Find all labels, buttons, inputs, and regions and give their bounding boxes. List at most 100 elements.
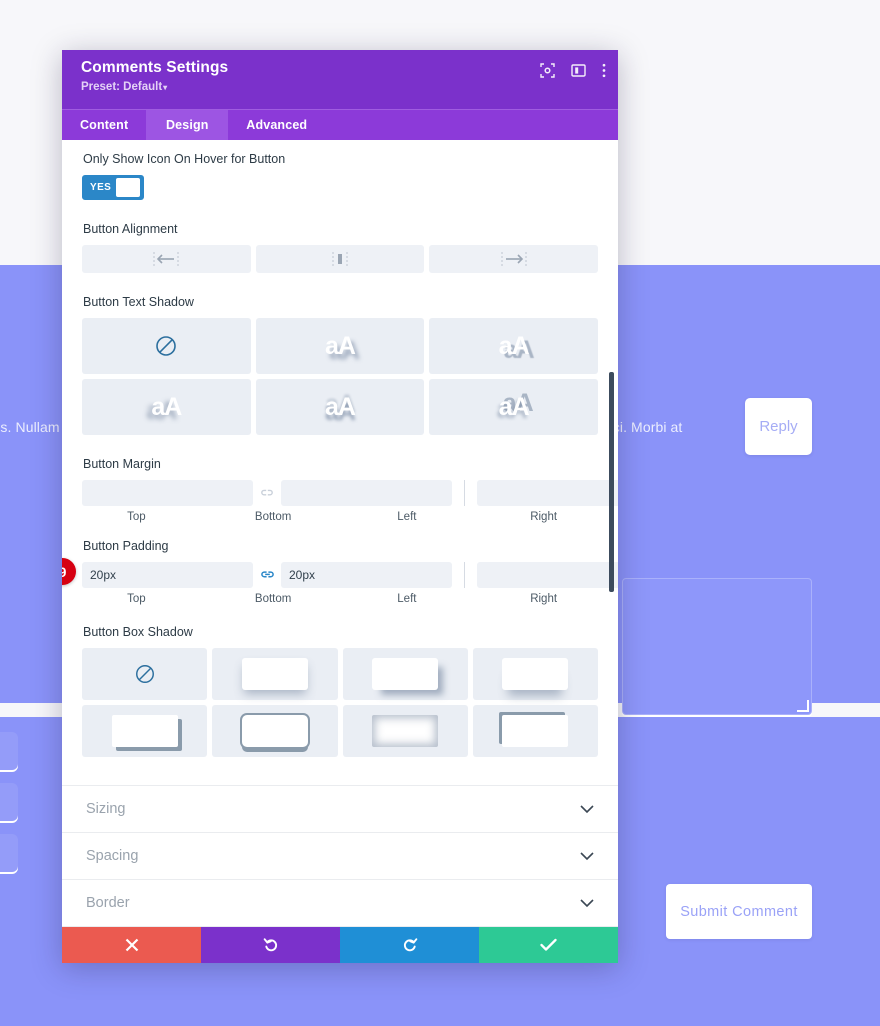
redo-button[interactable]: [340, 927, 479, 963]
box-shadow-preview: [111, 715, 178, 747]
text-shadow-option-none[interactable]: [82, 318, 251, 374]
field-label-button-text-shadow: Button Text Shadow: [83, 295, 194, 309]
layout-panel-icon[interactable]: [571, 63, 586, 78]
field-button-text-shadow: Button Text Shadow aA aA aA aA aA: [62, 295, 618, 435]
text-shadow-option-1[interactable]: aA: [255, 318, 425, 374]
padding-bottom-label: Bottom: [254, 593, 292, 605]
discard-button[interactable]: [62, 927, 201, 963]
redo-icon: [403, 938, 417, 952]
margin-top-input[interactable]: [82, 480, 253, 506]
text-shadow-option-5[interactable]: aA: [429, 379, 598, 435]
close-icon: [125, 938, 138, 952]
accordion-label: Border: [86, 895, 130, 911]
button-alignment-options: [82, 245, 599, 273]
target-icon[interactable]: [540, 63, 555, 78]
accordion-spacing[interactable]: Spacing: [62, 833, 618, 880]
comment-textarea[interactable]: [622, 578, 812, 715]
header-icon-group: [540, 63, 606, 78]
field-label-button-box-shadow: Button Box Shadow: [83, 625, 193, 639]
box-shadow-preview: [372, 715, 439, 747]
button-box-shadow-options: [82, 648, 598, 757]
chevron-down-icon: [580, 851, 594, 861]
text-shadow-preview: aA: [498, 331, 530, 360]
accordion-label: Spacing: [86, 848, 139, 864]
only-show-icon-toggle[interactable]: YES: [82, 175, 144, 200]
margin-top-label: Top: [127, 511, 146, 523]
chevron-down-icon: [580, 804, 594, 814]
chain-link-connected-icon: [260, 571, 274, 578]
text-shadow-option-2[interactable]: aA: [429, 318, 598, 374]
box-shadow-option-7[interactable]: [472, 705, 598, 757]
text-shadow-option-4[interactable]: aA: [255, 379, 425, 435]
field-button-box-shadow: Button Box Shadow: [62, 625, 618, 757]
link-icon-padding-top-bottom[interactable]: [253, 569, 281, 581]
modal-scroll-area: Only Show Icon On Hover for Button YES B…: [62, 140, 618, 927]
box-shadow-preview: [502, 715, 569, 747]
modal-footer: [62, 927, 618, 963]
margin-right-label: Right: [530, 511, 558, 523]
modal-body: Only Show Icon On Hover for Button YES B…: [62, 140, 618, 927]
field-label-only-show-icon: Only Show Icon On Hover for Button: [83, 152, 286, 166]
field-only-show-icon: Only Show Icon On Hover for Button YES: [62, 152, 618, 200]
reply-button[interactable]: Reply: [745, 398, 812, 455]
tab-design[interactable]: Design: [146, 110, 229, 140]
undo-icon: [263, 938, 277, 952]
box-shadow-option-3[interactable]: [472, 648, 598, 700]
align-center-button[interactable]: [255, 245, 425, 273]
box-shadow-option-none[interactable]: [82, 648, 208, 700]
padding-right-label: Right: [530, 593, 558, 605]
button-margin-inputs: Top Bottom Left Right: [82, 480, 618, 523]
preset-selector[interactable]: Preset: Default▾: [81, 81, 604, 93]
margin-bottom-label: Bottom: [254, 511, 292, 523]
box-shadow-option-5[interactable]: [212, 705, 338, 757]
box-shadow-option-6[interactable]: [342, 705, 468, 757]
comments-settings-modal: Comments Settings Preset: Default▾ Conte…: [62, 50, 618, 963]
accordion-border[interactable]: Border: [62, 880, 618, 927]
box-shadow-option-4[interactable]: [82, 705, 208, 757]
margin-bottom-input[interactable]: [281, 480, 452, 506]
accordion-label: Sizing: [86, 801, 126, 817]
align-right-icon: [501, 252, 527, 266]
more-vertical-icon[interactable]: [602, 63, 606, 78]
text-shadow-preview: aA: [325, 392, 356, 421]
comment-text-fragment-right: rci. Morbi at: [608, 419, 683, 435]
text-shadow-option-3[interactable]: aA: [82, 379, 251, 435]
padding-left-label: Left: [397, 593, 417, 605]
align-right-button[interactable]: [429, 245, 599, 273]
align-left-button[interactable]: [82, 245, 251, 273]
check-icon: [540, 938, 557, 951]
box-shadow-option-2[interactable]: [342, 648, 468, 700]
modal-tabs: Content Design Advanced: [62, 109, 618, 140]
comment-form-field-website[interactable]: [0, 834, 18, 872]
box-shadow-option-1[interactable]: [212, 648, 338, 700]
align-left-icon: [153, 252, 179, 266]
submit-comment-button[interactable]: Submit Comment: [666, 884, 812, 939]
text-shadow-preview: aA: [498, 392, 530, 421]
field-label-button-alignment: Button Alignment: [83, 222, 178, 236]
preset-label: Preset: Default: [81, 81, 163, 93]
box-shadow-preview: [241, 658, 308, 690]
tab-content[interactable]: Content: [62, 110, 146, 140]
chain-link-broken-icon: [261, 489, 273, 496]
accordion-group: Sizing Spacing Border: [62, 785, 618, 927]
button-text-shadow-options: aA aA aA aA aA: [82, 318, 598, 435]
chevron-down-icon: ▾: [163, 83, 168, 92]
margin-left-input[interactable]: [477, 480, 618, 506]
padding-left-input[interactable]: [477, 562, 618, 588]
tab-advanced[interactable]: Advanced: [228, 110, 325, 140]
modal-header: Comments Settings Preset: Default▾: [62, 50, 618, 109]
divider: [464, 562, 465, 588]
toggle-knob: [116, 178, 140, 197]
comment-form-field-name[interactable]: [0, 732, 18, 770]
scrollbar-thumb[interactable]: [609, 372, 614, 592]
padding-top-input[interactable]: [82, 562, 253, 588]
save-button[interactable]: [479, 927, 618, 963]
link-icon-margin-top-bottom[interactable]: [253, 487, 281, 499]
field-label-button-padding: Button Padding: [83, 539, 169, 553]
divider: [464, 480, 465, 506]
undo-button[interactable]: [201, 927, 340, 963]
comment-form-field-email[interactable]: [0, 783, 18, 821]
padding-bottom-input[interactable]: [281, 562, 452, 588]
accordion-sizing[interactable]: Sizing: [62, 786, 618, 833]
button-margin-labels: Top Bottom Left Right: [82, 511, 598, 523]
